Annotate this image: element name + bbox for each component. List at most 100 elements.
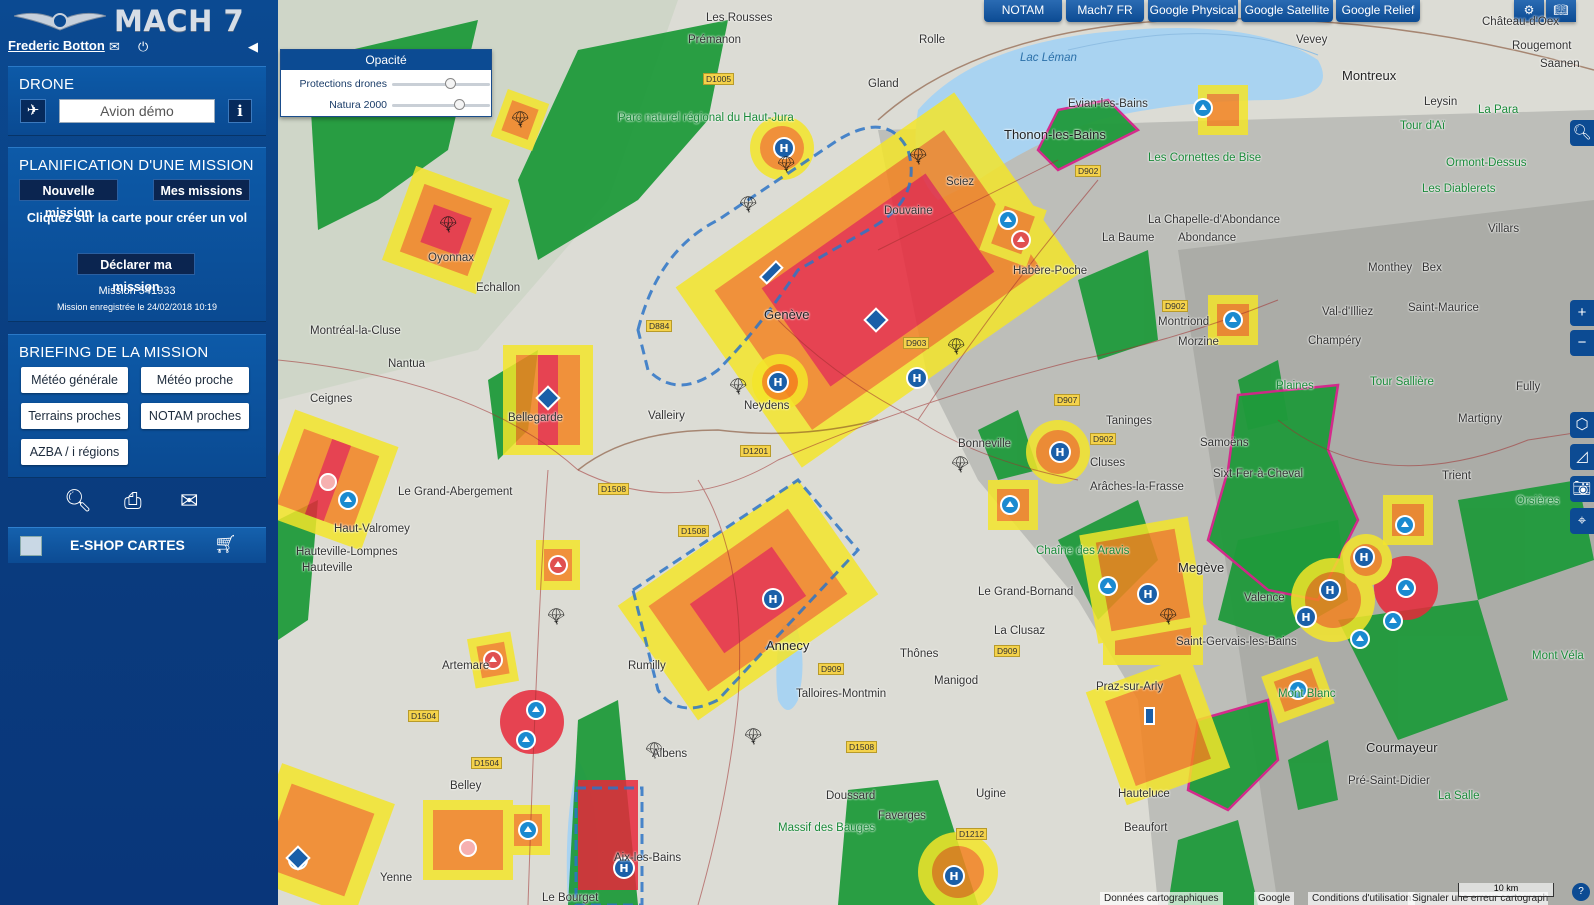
- tab-google-satellite[interactable]: Google Satellite: [1241, 0, 1333, 22]
- place-label: Praz-sur-Arly: [1096, 681, 1164, 693]
- place-label: Genève: [764, 307, 810, 322]
- svg-text:🪂︎: 🪂︎: [908, 147, 928, 166]
- camera-icon[interactable]: 📷︎: [1570, 476, 1594, 502]
- drone-select-field[interactable]: [59, 99, 215, 123]
- place-label: Rolle: [919, 34, 946, 46]
- place-label: Ceignes: [310, 393, 353, 405]
- general-weather-button[interactable]: Météo générale: [21, 367, 128, 393]
- place-label: Montriond: [1158, 316, 1210, 328]
- slider-label-natura: Natura 2000: [329, 99, 387, 111]
- place-label: Neydens: [744, 400, 790, 412]
- my-missions-button[interactable]: Mes missions: [153, 179, 250, 201]
- polygon-icon[interactable]: ⬡: [1570, 412, 1594, 438]
- measure-icon[interactable]: ◿: [1570, 444, 1594, 470]
- place-label: Martigny: [1458, 413, 1503, 425]
- svg-text:🪂︎: 🪂︎: [438, 215, 458, 234]
- slider-knob-drones[interactable]: [444, 78, 456, 89]
- app-logo: MACH 7: [14, 4, 264, 38]
- road-label: D909: [818, 663, 845, 675]
- user-name-link[interactable]: Frederic Botton: [8, 38, 105, 53]
- svg-text:🪂︎: 🪂︎: [950, 455, 970, 474]
- place-label: Rumilly: [628, 660, 666, 672]
- slider-label-drones: Protections drones: [299, 78, 387, 90]
- road-label: D1212: [956, 828, 988, 840]
- place-label: Annecy: [766, 638, 810, 653]
- place-label: Le Grand-Bornand: [978, 586, 1074, 598]
- place-label: Hauteluce: [1118, 788, 1170, 800]
- tab-google-relief[interactable]: Google Relief: [1336, 0, 1420, 22]
- nearby-notam-button[interactable]: NOTAM proches: [141, 403, 249, 429]
- svg-text:🪂︎: 🪂︎: [546, 607, 566, 626]
- svg-text:H: H: [773, 376, 782, 389]
- place-label: Thonon-les-Bains: [1004, 127, 1106, 142]
- terms-link[interactable]: Conditions d'utilisation: [1308, 892, 1416, 905]
- map-search-icon[interactable]: 🔍︎: [1570, 120, 1594, 146]
- place-label: Massif des Bauges: [778, 822, 876, 834]
- mail-settings-icon[interactable]: ✉: [180, 488, 198, 514]
- place-label: Parc naturel régional du Haut-Jura: [618, 112, 794, 124]
- road-label: D1508: [678, 525, 710, 537]
- zoom-in-button[interactable]: +: [1570, 300, 1594, 326]
- svg-text:H: H: [1301, 611, 1310, 624]
- map-canvas[interactable]: H H H H H H H H H H H 🪂︎ 🪂︎ 🪂︎ 🪂︎ 🪂︎ 🪂︎ …: [278, 0, 1594, 905]
- power-icon[interactable]: ⏻: [138, 39, 148, 55]
- place-label: Evian-les-Bains: [1068, 98, 1148, 110]
- place-label: Megève: [1178, 560, 1225, 575]
- eshop-button[interactable]: E-SHOP CARTES 🛒︎: [8, 527, 266, 563]
- print-icon[interactable]: ⎙: [124, 488, 142, 514]
- nearby-fields-button[interactable]: Terrains proches: [21, 403, 128, 429]
- place-label: Mont Blanc: [1278, 688, 1336, 700]
- user-bar: Frederic Botton ✉ ⏻ ◀: [8, 38, 270, 56]
- place-label: Saint-Maurice: [1408, 302, 1479, 314]
- search-icon[interactable]: 🔍︎: [64, 488, 92, 514]
- place-label: Thônes: [900, 648, 939, 660]
- place-label: Montréal-la-Cluse: [310, 325, 401, 337]
- svg-text:🪂︎: 🪂︎: [1158, 607, 1178, 626]
- sidebar: MACH 7 Frederic Botton ✉ ⏻ ◀ DRONE ✈ i P…: [0, 0, 278, 905]
- place-label: La Chapelle-d'Abondance: [1148, 214, 1280, 226]
- place-label: Tour d'Aï: [1400, 120, 1446, 132]
- slider-track-natura[interactable]: [392, 104, 490, 107]
- zoom-help-icon[interactable]: ?: [1572, 883, 1590, 901]
- tab-notam[interactable]: NOTAM: [984, 0, 1062, 22]
- mission-number: Mission 541933: [98, 285, 176, 297]
- slider-knob-natura[interactable]: [453, 99, 465, 110]
- opacity-row-drones: Protections drones: [281, 75, 491, 93]
- locate-icon[interactable]: ⌖: [1570, 508, 1594, 534]
- svg-text:🪂︎: 🪂︎: [728, 377, 748, 396]
- slider-track-drones[interactable]: [392, 83, 490, 86]
- road-label: D907: [1054, 394, 1081, 406]
- tab-mach7-fr[interactable]: Mach7 FR: [1066, 0, 1144, 22]
- mission-planning-panel: PLANIFICATION D'UNE MISSION Nouvelle mis…: [8, 147, 266, 322]
- info-icon[interactable]: i: [228, 99, 252, 123]
- road-label: D1508: [598, 483, 630, 495]
- local-weather-button[interactable]: Météo proche: [141, 367, 249, 393]
- collapse-sidebar-icon[interactable]: ◀: [248, 39, 258, 55]
- svg-text:H: H: [949, 870, 958, 883]
- tab-google-physical[interactable]: Google Physical: [1148, 0, 1238, 22]
- place-label: Morzine: [1178, 336, 1219, 348]
- place-label: Bellegarde: [508, 412, 563, 424]
- drone-type-icon[interactable]: ✈: [20, 99, 46, 123]
- planning-heading: PLANIFICATION D'UNE MISSION: [19, 157, 254, 174]
- zoom-out-button[interactable]: −: [1570, 330, 1594, 356]
- place-label: Nantua: [388, 358, 426, 370]
- map-data-attribution: Données cartographiques: [1100, 892, 1223, 905]
- place-label: Monthey: [1368, 262, 1413, 274]
- scale-bar: 10 km: [1458, 883, 1554, 897]
- road-label: D884: [646, 320, 673, 332]
- place-label: Haut-Valromey: [334, 523, 410, 535]
- declare-mission-button[interactable]: Déclarer ma mission: [77, 253, 195, 294]
- place-label: Pré-Saint-Didier: [1348, 775, 1430, 787]
- place-label: Oyonnax: [428, 252, 475, 264]
- google-attribution: Google: [1254, 892, 1295, 905]
- place-label: Chaîne des Aravis: [1036, 545, 1130, 557]
- toolbar: 🔍︎ ⎙ ✉: [0, 486, 278, 516]
- mail-icon[interactable]: ✉: [109, 39, 120, 55]
- cart-icon: 🛒︎: [214, 534, 237, 554]
- azba-button[interactable]: AZBA / i régions: [21, 439, 128, 465]
- new-mission-button[interactable]: Nouvelle mission: [19, 179, 118, 220]
- place-label: Doussard: [826, 790, 876, 802]
- drone-panel: DRONE ✈ i: [8, 66, 266, 136]
- opacity-title: Opacité: [281, 50, 491, 70]
